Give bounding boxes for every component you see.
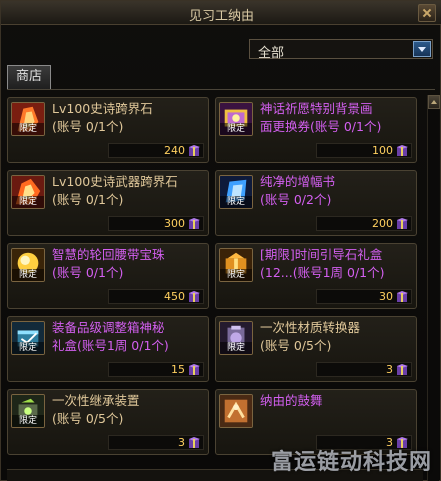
item-name: 一次性继承装置 (账号 0/5个) [52,392,208,428]
price-value: 240 [164,144,185,157]
currency-icon [188,291,201,303]
item-name: 智慧的轮回腰带宝珠 (账号 0/1个) [52,246,208,282]
grade-box-icon[interactable]: 限定 [11,321,45,355]
price-bar: 3 [316,362,412,377]
item-name: Lv100史诗武器跨界石 (账号 0/1个) [52,173,208,209]
item-limit-line: (账号 0/5个) [52,411,124,426]
weapon-stone-icon[interactable]: 限定 [11,175,45,209]
shop-item-card[interactable]: 限定 纯净的增幅书 (账号 0/2个) 200 [215,170,417,236]
scroll-up-button[interactable] [428,95,440,109]
price-bar: 30 [316,289,412,304]
window-title: 见习工纳由 [188,9,254,24]
item-limit-line: (账号 0/1个) [52,119,124,134]
currency-icon [396,145,409,157]
item-name: Lv100史诗跨界石 (账号 0/1个) [52,100,208,136]
currency-icon [188,364,201,376]
shop-item-card[interactable]: 限定 装备品级调整箱神秘 礼盒(账号1周 0/1个) 15 [7,316,209,382]
belt-orb-icon[interactable]: 限定 [11,248,45,282]
amplify-book-icon[interactable]: 限定 [219,175,253,209]
limited-badge: 限定 [220,269,252,281]
price-value: 300 [164,217,185,230]
price-bar: 240 [108,143,204,158]
price-value: 3 [178,436,185,449]
item-name-line1: Lv100史诗跨界石 [52,101,153,116]
limited-badge: 限定 [12,342,44,354]
title-bar[interactable]: 见习工纳由 [1,1,441,25]
price-bar: 200 [316,216,412,231]
item-limit-line: (账号 0/5个) [260,338,332,353]
currency-icon [396,364,409,376]
dropdown-selected-value: 全部 [258,46,285,61]
item-name: 纳由的鼓舞 [260,392,416,410]
currency-icon [396,291,409,303]
item-limit-line: 面更换券(账号 0/1个) [260,119,382,134]
limited-badge: 限定 [12,269,44,281]
currency-icon [188,218,201,230]
inherit-device-icon[interactable]: 限定 [11,394,45,428]
price-value: 450 [164,290,185,303]
limited-badge: 限定 [12,196,44,208]
tab-divider [7,89,435,90]
item-name: 装备品级调整箱神秘 礼盒(账号1周 0/1个) [52,319,208,355]
price-bar: 15 [108,362,204,377]
price-bar: 300 [108,216,204,231]
myth-voucher-icon[interactable]: 限定 [219,102,253,136]
item-limit-line: (账号 0/1个) [52,265,124,280]
limited-badge: 限定 [220,196,252,208]
item-name-line1: [期限]时间引导石礼盒 [260,247,383,262]
item-limit-line: 礼盒(账号1周 0/1个) [52,338,169,353]
item-name-line1: 纳由的鼓舞 [260,393,323,408]
price-bar: 3 [108,435,204,450]
item-name: 一次性材质转换器 (账号 0/5个) [260,319,416,355]
item-name: 纯净的增幅书 (账号 0/2个) [260,173,416,209]
price-bar: 100 [316,143,412,158]
item-limit-line: (账号 0/1个) [52,192,124,207]
item-name: [期限]时间引导石礼盒 (12...(账号1周 0/1个) [260,246,416,282]
price-value: 200 [372,217,393,230]
nayu-cheer-icon[interactable] [219,394,253,428]
shop-item-card[interactable]: 限定 [期限]时间引导石礼盒 (12...(账号1周 0/1个) 30 [215,243,417,309]
category-dropdown[interactable]: 全部 [249,39,433,61]
limited-badge: 限定 [220,123,252,135]
currency-icon [188,145,201,157]
shop-item-card[interactable]: 限定 神话祈愿特别背景画 面更换券(账号 0/1个) 100 [215,97,417,163]
price-value: 3 [386,363,393,376]
scrollbar[interactable] [427,95,440,481]
shop-item-card[interactable]: 限定 Lv100史诗武器跨界石 (账号 0/1个) 300 [7,170,209,236]
shop-window: 见习工纳由 全部 商店 限定 Lv100史诗跨界石 (账号 0/1个) 240 限定 神话… [0,0,441,481]
limited-badge: 限定 [12,123,44,135]
currency-icon [188,437,201,449]
close-button[interactable] [418,4,436,22]
price-value: 30 [379,290,393,303]
time-stone-box-icon[interactable]: 限定 [219,248,253,282]
item-limit-line: (12...(账号1周 0/1个) [260,265,385,280]
material-converter-icon[interactable]: 限定 [219,321,253,355]
price-value: 15 [171,363,185,376]
item-name-line1: 一次性材质转换器 [260,320,361,335]
item-name-line1: 神话祈愿特别背景画 [260,101,373,116]
price-value: 100 [372,144,393,157]
item-name-line1: 纯净的增幅书 [260,174,336,189]
item-name: 神话祈愿特别背景画 面更换券(账号 0/1个) [260,100,416,136]
shop-item-card[interactable]: 限定 智慧的轮回腰带宝珠 (账号 0/1个) 450 [7,243,209,309]
limited-badge: 限定 [220,342,252,354]
item-name-line1: 装备品级调整箱神秘 [52,320,165,335]
stone-fire-icon[interactable]: 限定 [11,102,45,136]
item-limit-line: (账号 0/2个) [260,192,332,207]
shop-item-card[interactable]: 限定 一次性继承装置 (账号 0/5个) 3 [7,389,209,455]
price-bar: 450 [108,289,204,304]
shop-item-card[interactable]: 限定 Lv100史诗跨界石 (账号 0/1个) 240 [7,97,209,163]
limited-badge: 限定 [12,415,44,427]
currency-icon [396,218,409,230]
shop-item-card[interactable]: 限定 一次性材质转换器 (账号 0/5个) 3 [215,316,417,382]
chevron-down-icon[interactable] [413,41,431,57]
item-name-line1: 智慧的轮回腰带宝珠 [52,247,165,262]
item-name-line1: Lv100史诗武器跨界石 [52,174,178,189]
tab-shop[interactable]: 商店 [7,65,51,89]
item-name-line1: 一次性继承装置 [52,393,140,408]
watermark: 富运链动科技网 [270,450,432,475]
